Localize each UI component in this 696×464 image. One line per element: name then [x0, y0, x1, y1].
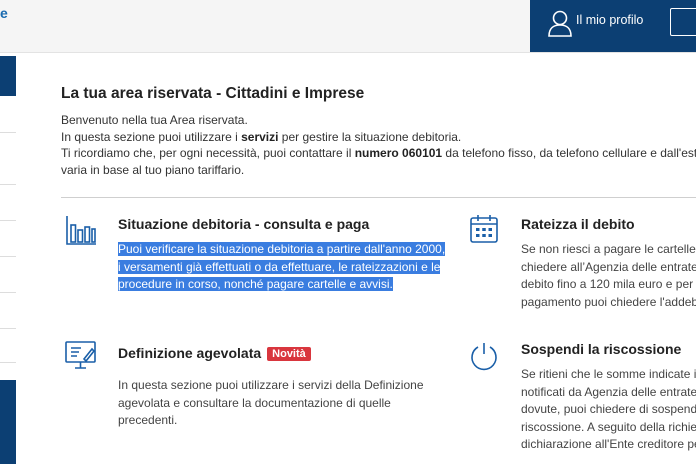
- profile-link[interactable]: Il mio profilo: [576, 13, 643, 27]
- logout-button[interactable]: [670, 8, 696, 36]
- side-nav-active-item[interactable]: [0, 56, 16, 96]
- side-nav-divider: [0, 292, 16, 293]
- card-text-definizione: In questa sezione puoi utilizzare i serv…: [118, 378, 424, 427]
- page-title: La tua area riservata - Cittadini e Impr…: [61, 85, 365, 102]
- new-badge: Novità: [267, 347, 311, 361]
- section-divider: [61, 197, 696, 198]
- selected-text: i versamenti già effettuati o da effettu…: [118, 259, 441, 274]
- side-nav-divider: [0, 184, 16, 185]
- selected-text: Puoi verificare la situazione debitoria …: [118, 242, 446, 256]
- services-emphasis: servizi: [241, 129, 279, 144]
- intro-line: varia in base al tuo piano tariffario.: [61, 162, 245, 177]
- card-title-rateizza[interactable]: Rateizza il debito: [521, 216, 635, 232]
- card-title-definizione[interactable]: Definizione agevolata Novità: [118, 345, 311, 362]
- card-title-sospendi[interactable]: Sospendi la riscossione: [521, 341, 681, 357]
- top-bar: e Il mio profilo: [0, 0, 696, 53]
- user-icon: [548, 10, 572, 37]
- card-text-rateizza: Se non riesci a pagare le cartelle in ch…: [521, 242, 696, 309]
- intro-line: Ti ricordiamo che, per ogni necessità, p…: [61, 146, 696, 160]
- calendar-icon: [470, 215, 498, 243]
- side-nav-divider: [0, 220, 16, 221]
- brand-logo-fragment[interactable]: e: [0, 5, 8, 21]
- card-text-sospendi: Se ritieni che le somme indicate in noti…: [521, 367, 696, 451]
- card-title-situazione[interactable]: Situazione debitoria - consulta e paga: [118, 216, 369, 232]
- side-nav-divider: [0, 256, 16, 257]
- profile-area: Il mio profilo: [530, 0, 696, 52]
- intro-text: Benvenuto nella tua Area riservata. In q…: [61, 112, 696, 178]
- bar-chart-icon: [66, 216, 96, 245]
- monitor-edit-icon: [65, 341, 96, 369]
- phone-number-emphasis: numero 060101: [354, 146, 443, 160]
- side-nav-bottom-item[interactable]: [0, 380, 16, 464]
- selected-text: procedure in corso, nonché pagare cartel…: [118, 277, 393, 291]
- side-nav-divider: [0, 132, 16, 133]
- card-text-situazione: Puoi verificare la situazione debitoria …: [118, 241, 446, 294]
- intro-line: In questa sezione puoi utilizzare i serv…: [61, 129, 462, 144]
- intro-line: Benvenuto nella tua Area riservata.: [61, 113, 248, 127]
- power-icon: [471, 343, 497, 371]
- side-nav-divider: [0, 362, 16, 363]
- side-nav-divider: [0, 328, 16, 329]
- side-nav: [0, 56, 16, 464]
